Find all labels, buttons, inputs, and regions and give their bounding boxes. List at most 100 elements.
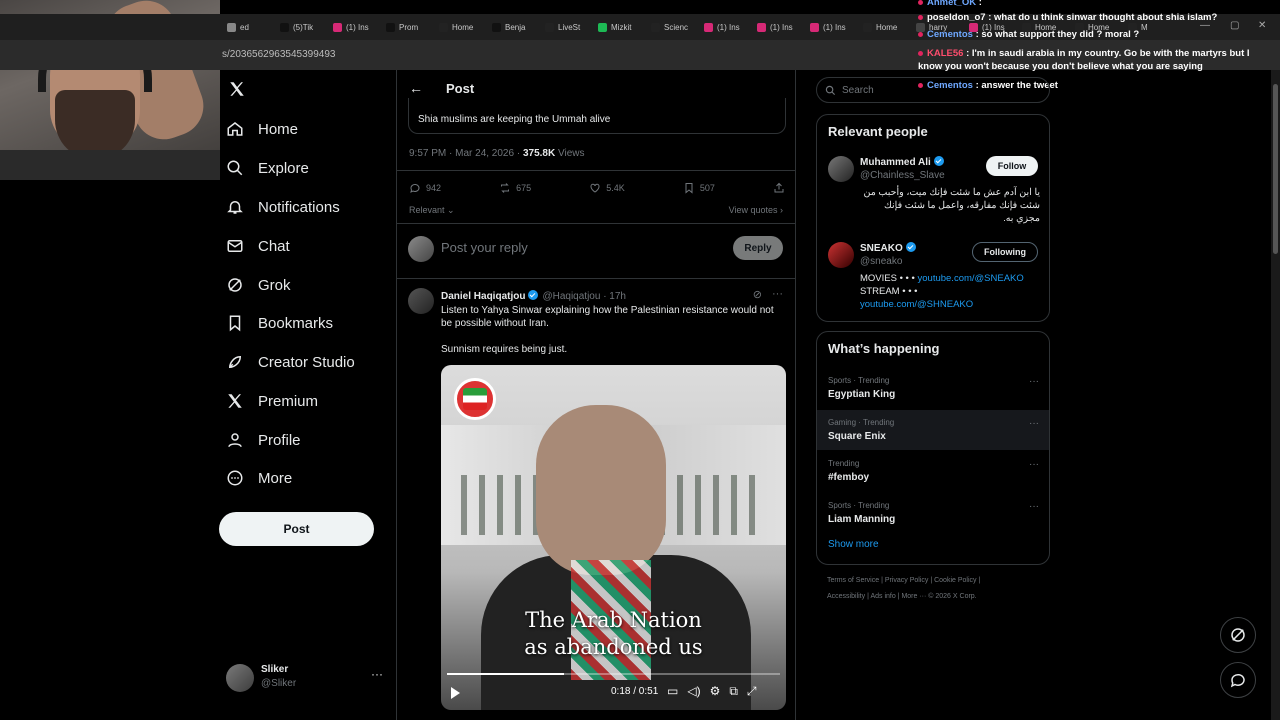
trend-item[interactable]: Trending #femboy ··· — [817, 451, 1049, 491]
nav-item-grok[interactable]: Grok — [226, 270, 291, 300]
like-action[interactable]: 5.4K — [589, 180, 625, 196]
more-options-icon[interactable]: ··· — [1029, 418, 1039, 429]
tab-label: Scienc — [664, 22, 689, 32]
repost-action[interactable]: 675 — [499, 180, 531, 196]
tab-label: Benja — [505, 22, 526, 32]
reply-button[interactable]: Reply — [733, 236, 783, 260]
browser-tab[interactable]: Mizkit — [593, 16, 646, 38]
captions-icon[interactable]: ▭ — [667, 684, 678, 699]
bio-link[interactable]: youtube.com/@SHNEAKO — [860, 298, 1040, 311]
nav-item-premium[interactable]: Premium — [226, 386, 318, 416]
panel-title: Relevant people — [828, 124, 928, 139]
browser-tab[interactable]: Benja — [487, 16, 540, 38]
browser-tab[interactable]: LiveSt — [540, 16, 593, 38]
browser-tab[interactable]: (1) Ins — [328, 16, 381, 38]
tab-favicon-icon — [492, 22, 501, 32]
nav-item-home[interactable]: Home — [226, 114, 298, 144]
nav-item-notifications[interactable]: Notifications — [226, 192, 340, 222]
url-text[interactable]: s/2036562963545399493 — [222, 49, 335, 60]
bio-link[interactable]: youtube.com/@SNEAKO — [918, 273, 1024, 284]
quoted-tweet[interactable]: Shia muslims are keeping the Ummah alive — [408, 98, 786, 134]
settings-gear-icon[interactable]: ⚙ — [710, 684, 721, 699]
verified-badge-icon — [933, 156, 944, 166]
x-icon — [228, 394, 242, 408]
following-button[interactable]: Following — [972, 242, 1038, 262]
reply-action[interactable]: 942 — [409, 180, 441, 196]
trend-item[interactable]: Sports · Trending Liam Manning ··· — [817, 493, 1049, 533]
post-actions: 942 675 5.4K 507 — [409, 180, 785, 196]
tab-favicon-icon — [439, 22, 448, 32]
post-button[interactable]: Post — [219, 512, 374, 546]
rocket-icon — [228, 355, 242, 369]
fullscreen-icon[interactable]: ⤢ — [747, 684, 757, 699]
emblem-logo — [454, 378, 496, 420]
mail-icon — [227, 240, 243, 252]
more-options-icon[interactable]: ··· — [1029, 501, 1039, 512]
view-quotes-link[interactable]: View quotes › — [729, 205, 783, 215]
chat-bubble-icon — [1230, 673, 1245, 688]
nav-label: Grok — [258, 276, 291, 294]
more-options-icon[interactable]: ··· — [1029, 376, 1039, 387]
video-player[interactable]: The Arab Nation as abandoned us 0:18 / 0… — [441, 365, 786, 710]
show-more-link[interactable]: Show more — [828, 539, 879, 550]
browser-tab[interactable]: (1) Ins — [805, 16, 858, 38]
sort-dropdown[interactable]: Relevant ⌄ — [409, 205, 455, 216]
browser-tab[interactable]: Scienc — [646, 16, 699, 38]
close-window-icon[interactable]: ✕ — [1258, 20, 1266, 31]
messages-fab[interactable] — [1220, 662, 1256, 698]
account-name: Sliker — [261, 664, 289, 675]
nav-item-chat[interactable]: Chat — [226, 231, 290, 261]
bookmark-action[interactable]: 507 — [683, 180, 715, 196]
play-icon[interactable] — [451, 687, 460, 699]
trend-item[interactable]: Sports · Trending Egyptian King ··· — [817, 368, 1049, 408]
back-arrow-icon[interactable]: ← — [409, 80, 423, 96]
search-input[interactable]: Search — [816, 77, 1050, 103]
nav-item-more[interactable]: More — [226, 463, 292, 493]
video-caption-line: as abandoned us — [524, 635, 703, 659]
video-caption-line: The Arab Nation — [525, 608, 702, 632]
browser-tab[interactable]: (1) Ins — [699, 16, 752, 38]
grok-fab[interactable] — [1220, 617, 1256, 653]
follow-button[interactable]: Follow — [986, 156, 1038, 176]
account-switcher[interactable]: Sliker @Sliker ··· — [226, 662, 386, 692]
scrollbar[interactable] — [1271, 70, 1280, 720]
scrollbar-thumb[interactable] — [1273, 84, 1278, 254]
trend-item[interactable]: Gaming · Trending Square Enix ··· — [817, 409, 1049, 450]
nav-item-explore[interactable]: Explore — [226, 153, 309, 183]
video-progress-bar[interactable] — [447, 673, 780, 675]
footer-links[interactable]: Accessibility | Ads info | More ··· © 20… — [827, 593, 977, 600]
grok-icon — [1231, 628, 1245, 642]
browser-tab[interactable]: ed — [222, 16, 275, 38]
person-icon — [228, 433, 242, 448]
search-placeholder: Search — [842, 84, 874, 96]
browser-tab[interactable]: (5)Tik — [275, 16, 328, 38]
tweet-author[interactable]: Daniel Haqiqatjou @Haqiqatjou · 17h — [441, 290, 626, 302]
home-icon — [227, 122, 243, 136]
post-timestamp[interactable]: 9:57 PM · Mar 24, 2026 · — [409, 148, 523, 159]
browser-tab[interactable]: Home — [434, 16, 487, 38]
grok-icon[interactable]: ⊘ — [753, 288, 762, 301]
volume-icon[interactable]: ◁) — [687, 684, 700, 699]
maximize-icon[interactable]: ▢ — [1230, 20, 1239, 31]
share-action[interactable] — [773, 180, 785, 196]
post-header: ← Post — [397, 78, 795, 100]
pip-icon[interactable]: ⧉ — [729, 684, 738, 699]
browser-tab[interactable]: (1) Ins — [752, 16, 805, 38]
tab-label: LiveSt — [558, 22, 581, 32]
browser-tab[interactable]: Prom — [381, 16, 434, 38]
tab-favicon-icon — [386, 22, 395, 32]
tab-favicon-icon — [545, 22, 554, 32]
avatar[interactable] — [408, 288, 434, 314]
nav-item-creator-studio[interactable]: Creator Studio — [226, 347, 355, 377]
more-options-icon[interactable]: ··· — [772, 288, 783, 301]
avatar — [226, 664, 254, 692]
browser-tab[interactable]: Home — [858, 16, 911, 38]
repost-count: 675 — [516, 183, 532, 193]
more-options-icon[interactable]: ··· — [371, 667, 383, 681]
nav-item-profile[interactable]: Profile — [226, 425, 301, 455]
nav-item-bookmarks[interactable]: Bookmarks — [226, 308, 333, 338]
reply-input[interactable]: Post your reply — [441, 240, 528, 255]
x-logo-icon[interactable] — [228, 80, 246, 98]
more-options-icon[interactable]: ··· — [1029, 459, 1039, 470]
footer-links[interactable]: Terms of Service | Privacy Policy | Cook… — [827, 577, 980, 584]
